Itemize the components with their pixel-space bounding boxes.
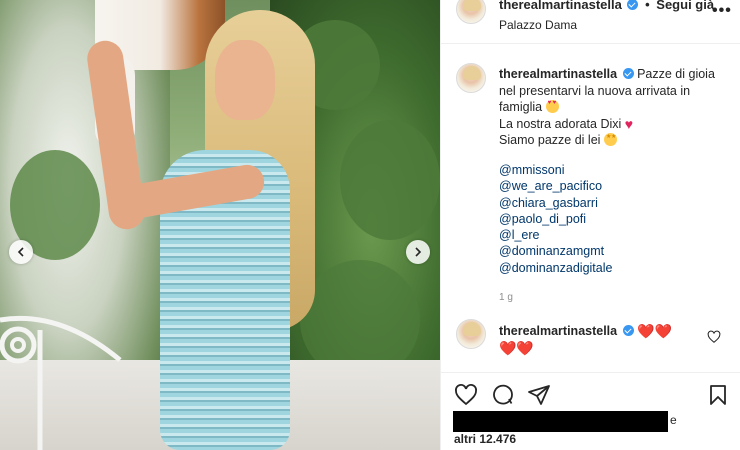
mention-link[interactable]: @l_ere: [499, 227, 612, 243]
follow-button[interactable]: Segui già: [656, 0, 714, 12]
heart-outline-icon[interactable]: [454, 383, 478, 407]
redacted-likes-names: [453, 411, 668, 432]
mention-link[interactable]: @chiara_gasbarri: [499, 195, 612, 211]
more-options-icon[interactable]: •••: [712, 2, 732, 20]
comment-item: therealmartinastella ❤️❤️ ❤️❤️: [441, 318, 740, 363]
verified-icon: [627, 0, 639, 10]
separator-dot: •: [645, 0, 650, 12]
verified-icon: [622, 68, 634, 79]
paper-plane-icon[interactable]: [527, 383, 551, 407]
mention-link[interactable]: @dominanzadigitale: [499, 260, 612, 276]
avatar[interactable]: [456, 63, 486, 93]
comment-bubble-icon[interactable]: [491, 383, 515, 407]
comment-user-line: therealmartinastella ❤️❤️: [499, 323, 672, 340]
post-photo[interactable]: [0, 0, 440, 450]
post-actions: [441, 372, 740, 416]
carousel-next-button[interactable]: [406, 240, 430, 264]
likes-suffix: e: [670, 413, 677, 427]
comment-hearts: ❤️❤️: [637, 323, 672, 339]
heart-eyes-emoji-icon: [545, 100, 559, 113]
chevron-right-icon: [415, 247, 422, 257]
caption-line-3: Siamo pazze di lei: [499, 133, 601, 147]
mention-link[interactable]: @dominanzamgmt: [499, 243, 612, 259]
comment-like-icon[interactable]: [707, 330, 721, 344]
photo-foliage: [340, 120, 440, 240]
chevron-left-icon: [17, 247, 24, 257]
post-location[interactable]: Palazzo Dama: [499, 18, 577, 32]
mention-link[interactable]: @paolo_di_pofi: [499, 211, 612, 227]
post-side-panel: therealmartinastella • Segui già Palazzo…: [440, 0, 740, 450]
avatar[interactable]: [456, 319, 486, 349]
photo-face: [215, 40, 275, 120]
header-user-line: therealmartinastella • Segui già: [499, 0, 714, 12]
caption-mentions: @mmissoni @we_are_pacifico @chiara_gasba…: [499, 162, 612, 276]
caption-line-2: La nostra adorata Dixi: [499, 116, 622, 131]
mention-link[interactable]: @we_are_pacifico: [499, 178, 612, 194]
verified-icon: [622, 325, 634, 336]
caption-username[interactable]: therealmartinastella: [499, 67, 617, 81]
star-struck-emoji-icon: [603, 133, 617, 146]
avatar[interactable]: [456, 0, 486, 24]
photo-railing: [0, 315, 122, 450]
red-heart-emoji-icon: ♥: [624, 115, 634, 132]
comment-hearts-line-2: ❤️❤️: [499, 340, 534, 356]
caption-text: therealmartinastella Pazze di gioia nel …: [499, 66, 729, 149]
post-header: therealmartinastella • Segui già Palazzo…: [441, 0, 740, 44]
header-username[interactable]: therealmartinastella: [499, 0, 622, 12]
likes-count[interactable]: altri 12.476: [454, 432, 516, 446]
bookmark-icon[interactable]: [706, 383, 730, 407]
mention-link[interactable]: @mmissoni: [499, 162, 612, 178]
comment-username[interactable]: therealmartinastella: [499, 324, 617, 338]
caption-timestamp: 1 g: [499, 292, 513, 303]
carousel-prev-button[interactable]: [9, 240, 33, 264]
